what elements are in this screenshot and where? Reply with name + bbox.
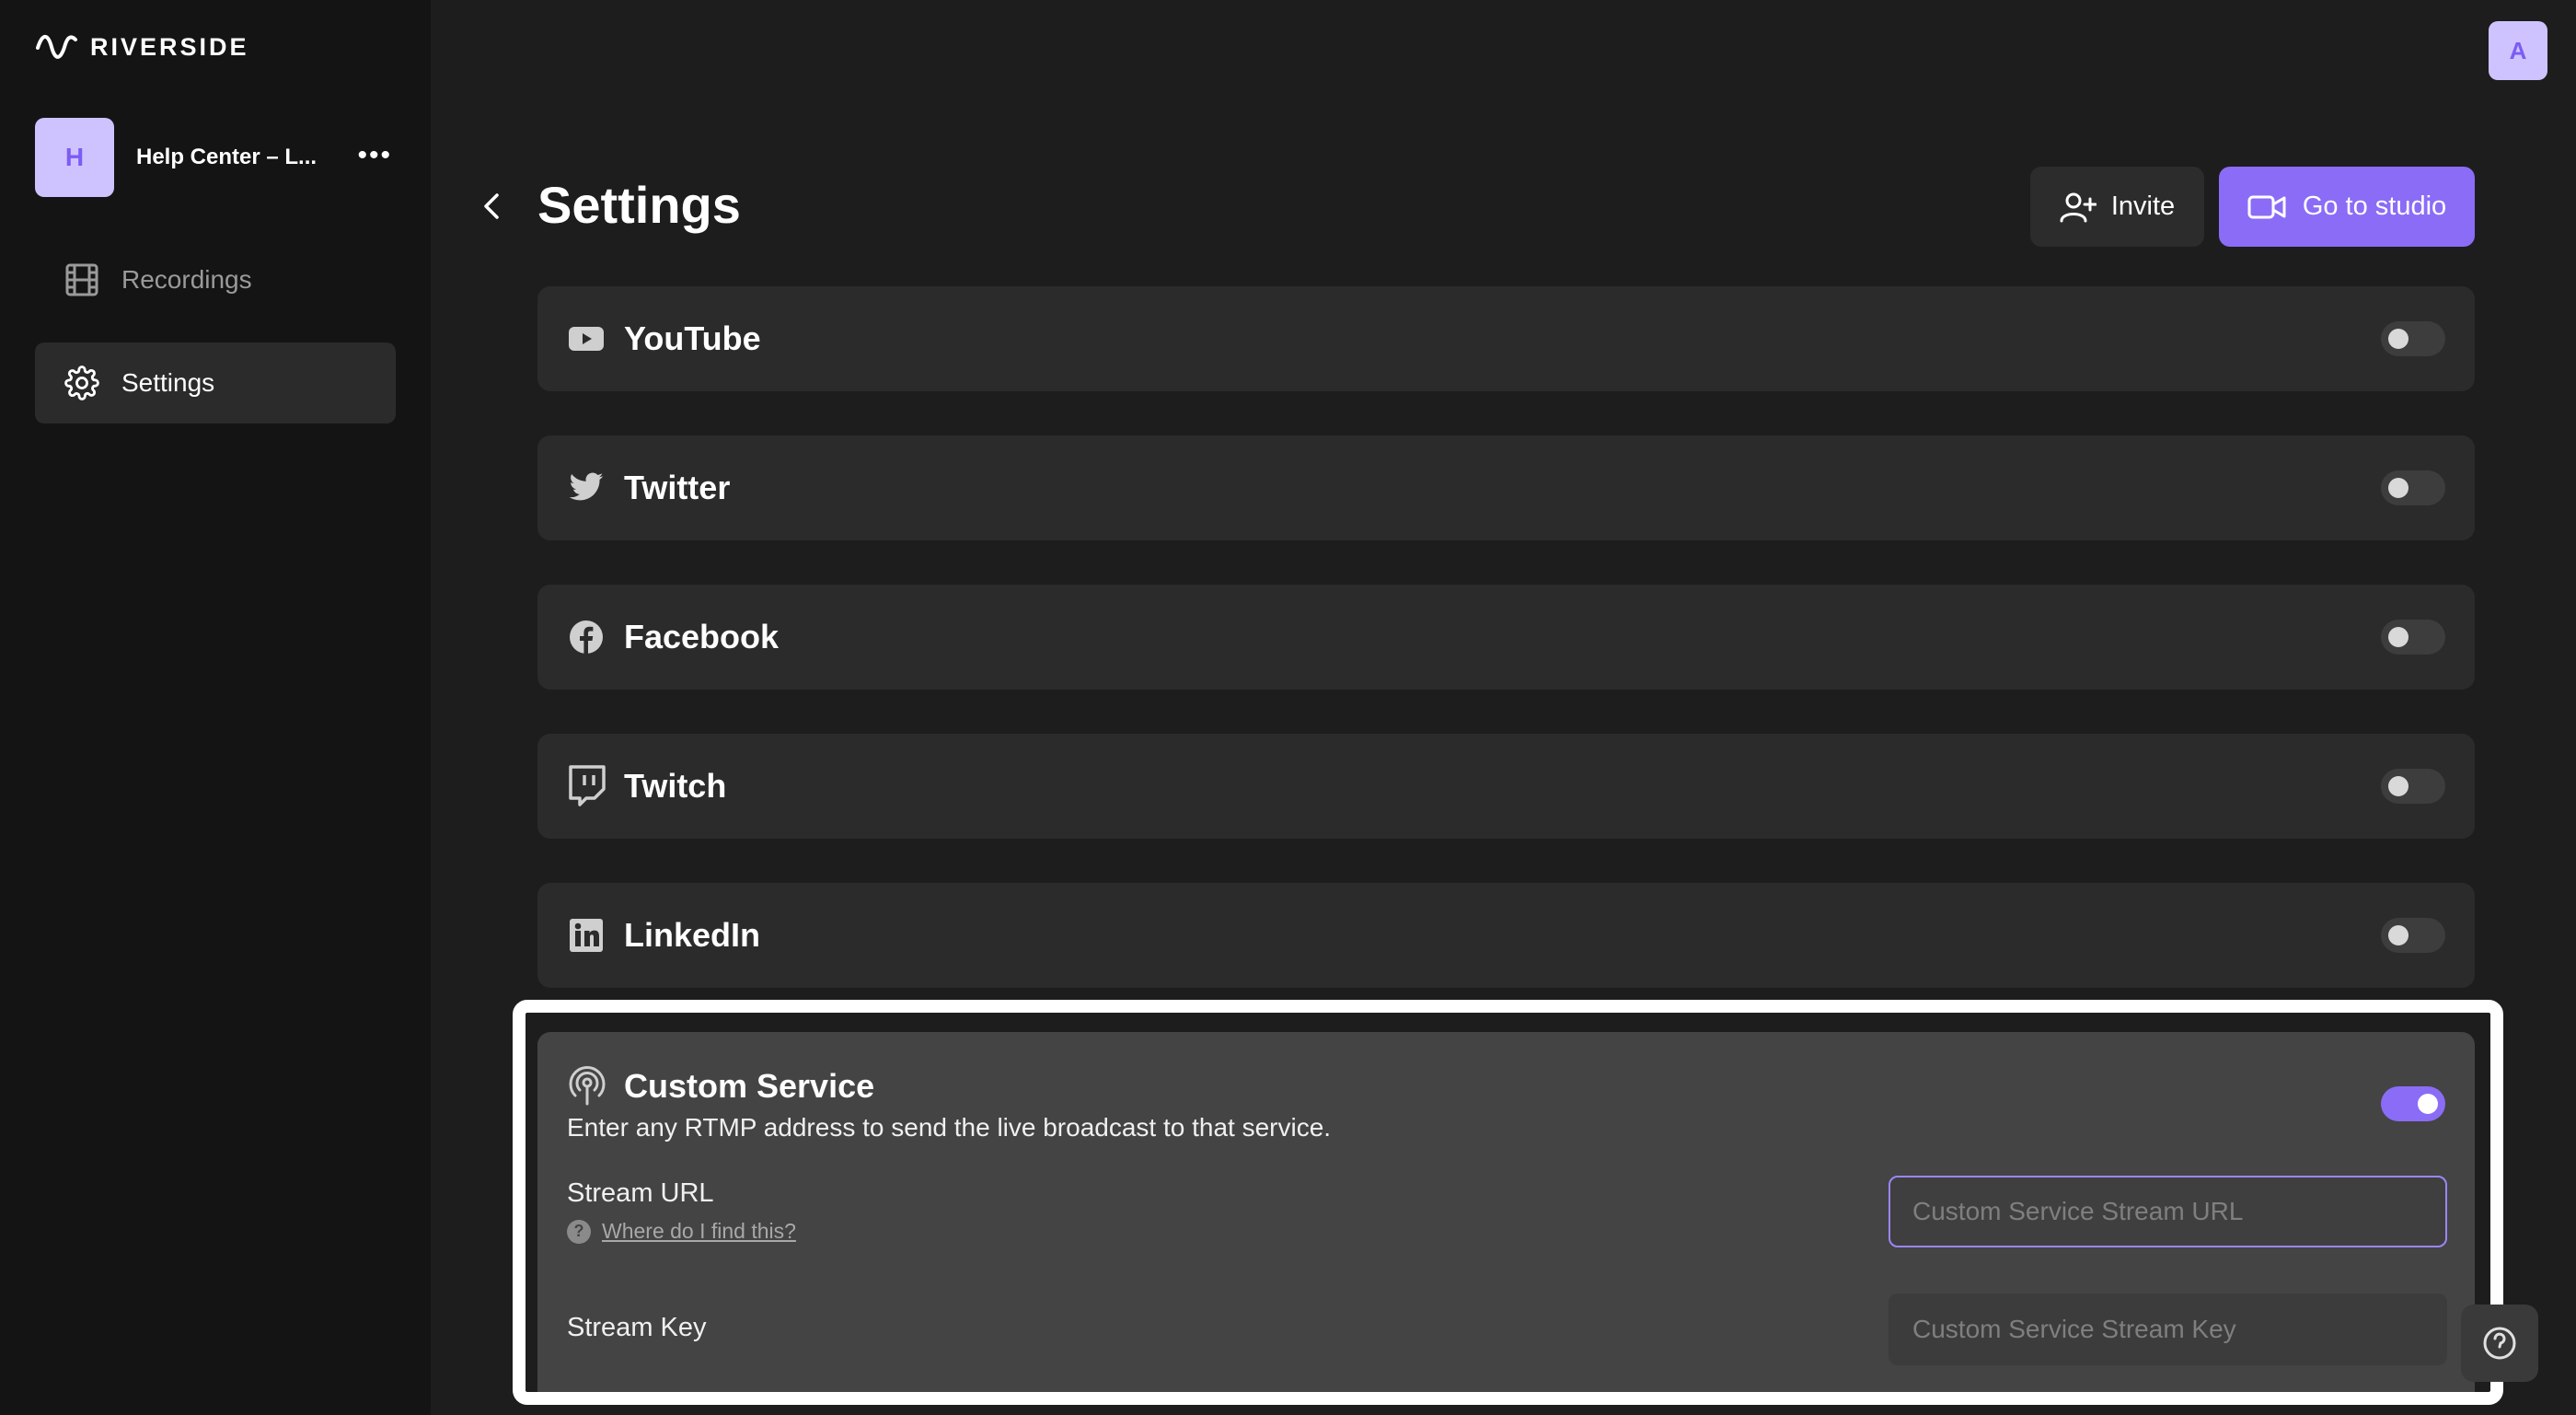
back-arrow-icon[interactable]	[479, 190, 506, 223]
service-card-twitch: Twitch	[537, 734, 2475, 839]
service-card-facebook: Facebook	[537, 585, 2475, 690]
twitch-toggle[interactable]	[2381, 769, 2445, 804]
logo-text: RIVERSIDE	[90, 32, 249, 61]
facebook-toggle[interactable]	[2381, 620, 2445, 655]
workspace-avatar: H	[35, 118, 114, 197]
twitter-toggle[interactable]	[2381, 470, 2445, 505]
help-circle-icon	[2483, 1327, 2516, 1360]
studio-label: Go to studio	[2302, 191, 2447, 221]
service-card-linkedin: LinkedIn	[537, 883, 2475, 988]
sidebar: RIVERSIDE H Help Center – L... ••• Recor…	[0, 0, 431, 1415]
service-label: Twitch	[624, 767, 727, 805]
twitter-icon	[567, 469, 606, 507]
add-user-icon	[2060, 192, 2097, 222]
riverside-logo[interactable]: RIVERSIDE	[35, 31, 249, 63]
service-label: Facebook	[624, 618, 780, 655]
wave-logo-icon	[36, 34, 77, 59]
service-card-youtube: YouTube	[537, 286, 2475, 391]
sidebar-item-label: Recordings	[121, 265, 252, 294]
twitch-icon	[567, 765, 606, 806]
youtube-icon	[567, 319, 606, 358]
video-camera-icon	[2247, 195, 2286, 218]
sidebar-item-settings[interactable]: Settings	[35, 342, 396, 423]
gear-icon	[64, 365, 99, 400]
service-label: LinkedIn	[624, 916, 761, 954]
invite-button[interactable]: Invite	[2030, 167, 2204, 247]
sidebar-item-recordings[interactable]: Recordings	[35, 239, 396, 320]
highlight-frame	[513, 1000, 2503, 1405]
youtube-toggle[interactable]	[2381, 321, 2445, 356]
service-label: Twitter	[624, 469, 731, 506]
go-to-studio-button[interactable]: Go to studio	[2219, 167, 2475, 247]
more-options-icon[interactable]: •••	[357, 140, 392, 171]
facebook-icon	[567, 618, 606, 656]
film-icon	[65, 263, 98, 296]
invite-label: Invite	[2110, 191, 2176, 221]
user-avatar[interactable]: A	[2489, 21, 2547, 80]
workspace-switcher[interactable]: H Help Center – L... •••	[35, 118, 396, 197]
workspace-name: Help Center – L...	[136, 145, 318, 169]
service-label: YouTube	[624, 319, 761, 357]
page-title: Settings	[537, 176, 741, 234]
linkedin-icon	[567, 916, 606, 955]
sidebar-item-label: Settings	[121, 368, 215, 397]
service-card-twitter: Twitter	[537, 435, 2475, 540]
linkedin-toggle[interactable]	[2381, 918, 2445, 953]
help-chat-button[interactable]	[2461, 1305, 2538, 1382]
